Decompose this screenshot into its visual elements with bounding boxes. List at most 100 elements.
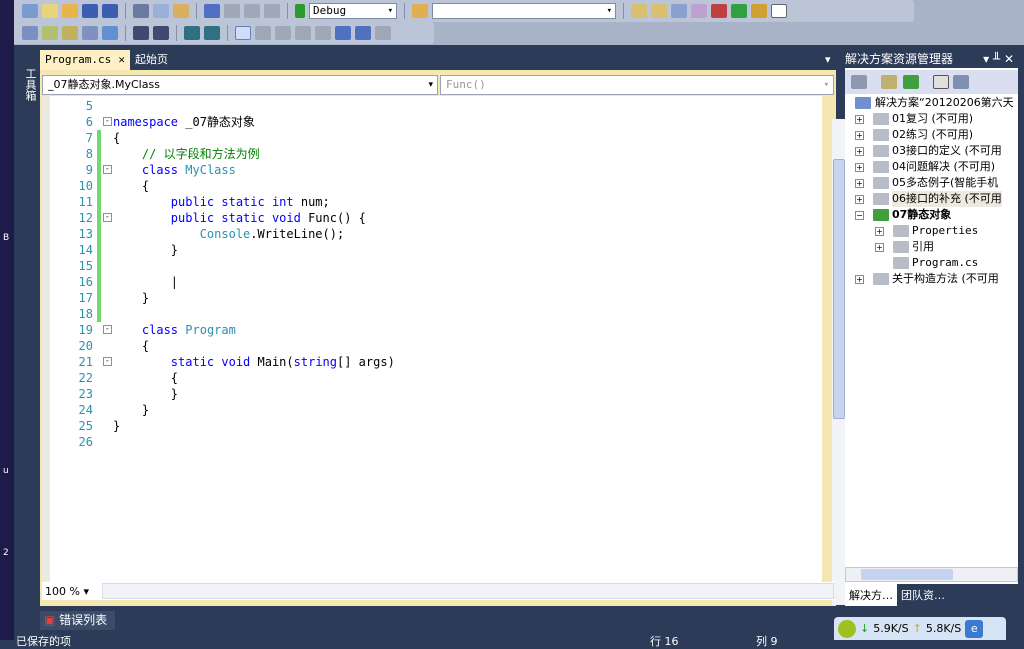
code-token: { [113, 179, 150, 193]
config-select[interactable]: Debug [309, 3, 397, 19]
open-icon[interactable] [62, 4, 78, 18]
outdent-icon[interactable] [133, 26, 149, 40]
line-number: 26 [78, 435, 93, 449]
class-diagram-icon[interactable] [953, 75, 969, 89]
code-token: public static void [170, 211, 301, 225]
panel-controls[interactable]: ▾ ╨ ✕ [983, 50, 1014, 68]
undo-icon[interactable] [204, 4, 220, 18]
member-dropdown[interactable]: Func() [440, 75, 834, 95]
accelerator-icon[interactable] [838, 619, 856, 638]
type-dropdown[interactable]: _07静态对象.MyClass [42, 75, 438, 95]
quick-info-icon[interactable] [62, 26, 78, 40]
uncomment-icon[interactable] [204, 26, 220, 40]
expand-icon[interactable]: + [875, 243, 884, 252]
class-view-icon[interactable] [691, 4, 707, 18]
refresh-icon[interactable] [903, 75, 919, 89]
start-page-icon[interactable] [731, 4, 747, 18]
code-text: } [113, 418, 120, 434]
start-debug-icon[interactable] [295, 4, 305, 18]
line-number: 12 [78, 211, 93, 225]
prev-bookmark-icon[interactable] [255, 26, 271, 40]
tools-icon[interactable] [711, 4, 727, 18]
code-text: // 以字段和方法为例 [113, 146, 260, 162]
redo-icon[interactable] [224, 4, 240, 18]
navigate-forward-icon[interactable] [264, 4, 280, 18]
collapse-icon[interactable]: - [103, 213, 112, 222]
expand-icon[interactable]: + [855, 115, 864, 124]
show-all-files-icon[interactable] [851, 75, 867, 89]
comment-icon[interactable] [184, 26, 200, 40]
change-marker [97, 306, 101, 322]
collapse-icon[interactable]: − [855, 211, 864, 220]
tree-item-label: Program.cs [912, 256, 979, 269]
properties-icon[interactable] [651, 4, 667, 18]
tab-solution-explorer[interactable]: 解决方… [845, 584, 897, 606]
line-number: 7 [85, 131, 93, 145]
horizontal-scrollbar[interactable] [102, 583, 834, 599]
expand-icon[interactable]: + [855, 147, 864, 156]
toolbox-icon[interactable] [751, 4, 767, 18]
clear-bookmarks-icon[interactable] [375, 26, 391, 40]
expand-icon[interactable]: + [855, 275, 864, 284]
command-window-icon[interactable] [771, 4, 787, 18]
properties-icon[interactable] [881, 75, 897, 89]
collapse-icon[interactable]: - [103, 325, 112, 334]
tree-item-label: Properties [912, 224, 979, 237]
code-editor[interactable]: 5 6- namespace _07静态对象 7{8 // 以字段和方法为例 9- cl… [42, 96, 846, 605]
tab-start-page[interactable]: 起始页 [130, 50, 173, 70]
new-project-icon[interactable] [22, 4, 38, 18]
paste-icon[interactable] [173, 4, 189, 18]
copy-icon[interactable] [153, 4, 169, 18]
next-bookmark-icon[interactable] [275, 26, 291, 40]
next-doc-bookmark-icon[interactable] [355, 26, 371, 40]
bookmark-icon[interactable] [235, 26, 251, 40]
expand-icon[interactable]: + [855, 131, 864, 140]
vertical-scrollbar[interactable] [832, 119, 846, 605]
member-list-icon[interactable] [22, 26, 38, 40]
tab-program-cs[interactable]: Program.cs ✕ [40, 50, 130, 70]
find-icon[interactable] [631, 4, 647, 18]
parameter-info-icon[interactable] [42, 26, 58, 40]
panel-title: 解决方案资源管理器 [845, 52, 954, 66]
solution-explorer: 解决方案资源管理器 ▾ ╨ ✕ 解决方案“20120206第六天 +01复习 (不… [845, 50, 1018, 606]
add-item-icon[interactable] [42, 4, 58, 18]
collapse-icon[interactable]: - [103, 117, 112, 126]
view-code-icon[interactable] [933, 75, 949, 89]
outline-icon[interactable] [102, 26, 118, 40]
expand-icon[interactable]: + [855, 179, 864, 188]
prev-folder-bookmark-icon[interactable] [295, 26, 311, 40]
scrollbar-thumb[interactable] [861, 569, 953, 580]
tree-item-label: 关于构造方法 (不可用 [892, 272, 999, 285]
collapse-icon[interactable]: - [103, 357, 112, 366]
find-in-files-icon[interactable] [412, 4, 428, 18]
scrollbar-thumb[interactable] [833, 159, 845, 419]
save-icon[interactable] [82, 4, 98, 18]
toolbox-tab[interactable]: 工具箱 [14, 48, 38, 118]
tree-item-label: 06接口的补充 (不可用 [892, 191, 1002, 207]
expand-icon[interactable]: + [855, 163, 864, 172]
collapse-icon[interactable]: - [103, 165, 112, 174]
expand-icon[interactable]: + [875, 227, 884, 236]
error-list-tab[interactable]: ▣ 错误列表 [40, 611, 115, 630]
tab-list-dropdown-icon[interactable]: ▾ [820, 50, 836, 70]
object-browser-icon[interactable] [671, 4, 687, 18]
navigate-back-icon[interactable] [244, 4, 260, 18]
change-marker [97, 242, 101, 258]
cut-icon[interactable] [133, 4, 149, 18]
expand-icon[interactable]: + [855, 195, 864, 204]
code-token: | [113, 275, 179, 289]
prev-doc-bookmark-icon[interactable] [335, 26, 351, 40]
next-folder-bookmark-icon[interactable] [315, 26, 331, 40]
save-all-icon[interactable] [102, 4, 118, 18]
complete-word-icon[interactable] [82, 26, 98, 40]
close-icon[interactable]: ✕ [118, 50, 125, 70]
zoom-select[interactable]: 100 % ▾ [42, 585, 102, 598]
find-combo[interactable] [432, 3, 616, 19]
tab-team-explorer[interactable]: 团队资… [897, 584, 949, 606]
document-tabs: Program.cs ✕ 起始页 ▾ [40, 48, 840, 70]
browser-icon[interactable]: e [965, 619, 984, 638]
horizontal-scrollbar[interactable] [845, 567, 1018, 582]
status-column: 列 9 [756, 635, 778, 648]
indent-icon[interactable] [153, 26, 169, 40]
code-token: MyClass [185, 163, 236, 177]
